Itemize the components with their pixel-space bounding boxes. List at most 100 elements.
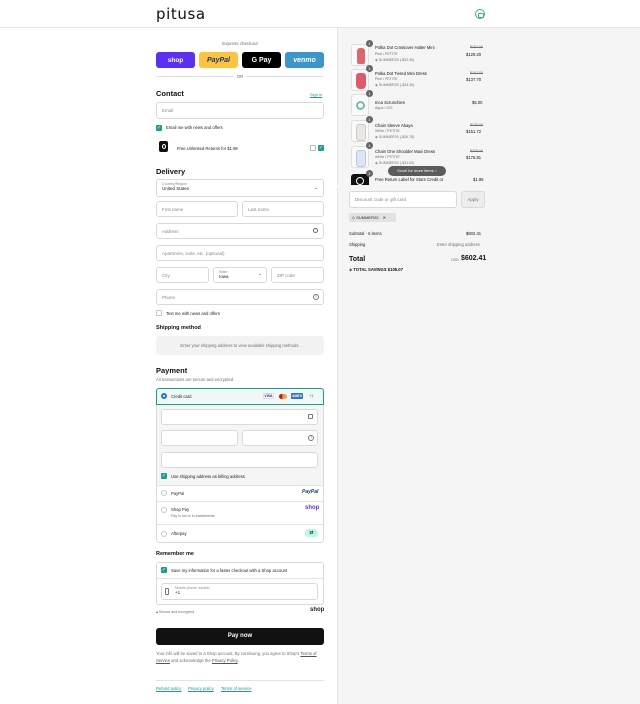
mobile-phone-input[interactable]: Mobile phone number +1 — [161, 583, 318, 600]
item-discount: ◈ SUMMER20 (-$26.78) — [375, 135, 415, 139]
paypal-express-button[interactable]: PayPal — [199, 52, 238, 68]
item-variant: Pink / PETITE — [375, 52, 398, 56]
city-input[interactable]: City — [156, 267, 209, 283]
email-offers-checkbox[interactable]: ✓ — [156, 125, 162, 131]
arrow-down-icon: ↓ — [434, 168, 437, 173]
divider — [157, 485, 323, 486]
item-quantity-badge: 1 — [366, 90, 373, 97]
shop-pay-radio[interactable] — [161, 507, 167, 513]
card-number-input[interactable] — [161, 409, 318, 425]
name-on-card-input[interactable] — [161, 452, 318, 468]
total-label: Total — [349, 256, 366, 263]
chevron-down-icon: ⌄ — [258, 271, 263, 277]
mastercard-icon — [277, 393, 288, 399]
returns-shield-icon — [159, 141, 168, 152]
security-code-input[interactable] — [242, 430, 318, 446]
shop-pay-label: Shop Pay — [171, 507, 190, 512]
paypal-logo: PayPal — [302, 489, 319, 495]
product-thumbnail — [351, 146, 369, 168]
address-input[interactable]: Address — [156, 223, 324, 239]
last-name-input[interactable]: Last name — [242, 201, 324, 217]
item-variant: White / PETITE — [375, 155, 400, 159]
email-input[interactable]: Email — [156, 102, 324, 119]
afterpay-radio[interactable] — [161, 531, 167, 537]
venmo-express-button[interactable]: venmo — [285, 52, 324, 68]
zip-input[interactable]: ZIP code — [271, 267, 324, 283]
item-name: Inca Scrunchies — [375, 100, 405, 105]
shopping-bag-icon[interactable] — [475, 9, 485, 19]
mobile-phone-value: +1 — [175, 590, 181, 595]
item-old-price: $162.00 — [470, 45, 483, 49]
legal-text-2: and acknowledge the — [171, 657, 211, 663]
returns-label: Free Unlimited Returns for $1.98 — [177, 146, 238, 151]
mobile-phone-icon — [165, 588, 169, 595]
search-icon — [313, 228, 318, 233]
item-discount: ◈ SUMMER20 (-$34.30) — [375, 83, 415, 87]
currency-label: USD — [451, 258, 459, 262]
pay-now-button[interactable]: Pay now — [156, 628, 324, 645]
discount-code-input[interactable]: Discount code or gift card — [349, 191, 457, 208]
product-thumbnail — [351, 120, 369, 142]
divider — [157, 501, 323, 502]
help-icon[interactable]: ? — [308, 435, 314, 441]
header — [0, 0, 640, 28]
shipping-label: Shipping — [349, 242, 366, 247]
applied-code-text: SUMMER20 — [356, 215, 379, 220]
credit-card-radio[interactable] — [161, 393, 167, 399]
secure-text: Secure and encrypted — [158, 610, 195, 614]
apply-discount-button[interactable]: Apply — [461, 191, 485, 208]
item-discount: ◈ SUMMER20 (-$31.00) — [375, 161, 415, 165]
close-icon[interactable]: ✕ — [383, 215, 386, 220]
tag-icon: ◇ — [352, 215, 356, 220]
returns-checkbox[interactable]: ✓ — [318, 145, 324, 151]
scroll-for-more-pill[interactable]: Scroll for more items ↓ — [388, 166, 446, 176]
shipping-method-heading: Shipping method — [156, 325, 201, 331]
scroll-hint-text: Scroll for more items — [397, 168, 434, 173]
item-discount-text: SUMMER20 (-$26.78) — [378, 135, 415, 139]
more-cards-badge: +1 — [309, 393, 314, 398]
footer-divider — [156, 680, 324, 681]
item-price: $137.70 — [466, 77, 482, 82]
item-old-price: $209.00 — [470, 149, 483, 153]
item-discount-text: SUMMER20 (-$31.00) — [378, 161, 415, 165]
payment-heading: Payment — [156, 366, 188, 375]
item-quantity-badge: 1 — [366, 142, 373, 149]
privacy-policy-link[interactable]: Privacy Policy — [212, 658, 238, 663]
legal-end: . — [237, 657, 239, 663]
express-checkout-title: Express checkout — [222, 41, 258, 46]
secure-encrypted-label: 🔒︎ Secure and encrypted — [156, 610, 195, 614]
item-price: $129.20 — [466, 52, 482, 57]
google-pay-express-button[interactable]: G Pay — [242, 52, 281, 68]
apartment-input[interactable]: Apartment, suite, etc. (optional) — [156, 245, 324, 261]
sign-in-link[interactable]: Sign in — [310, 92, 322, 97]
phone-input[interactable]: Phone — [156, 289, 324, 305]
item-old-price: $178.00 — [470, 123, 483, 127]
store-logo[interactable]: pitusa — [156, 5, 206, 23]
divider-right — [246, 76, 324, 77]
text-offers-checkbox[interactable] — [156, 310, 162, 316]
expiry-input[interactable] — [161, 430, 238, 446]
paypal-radio[interactable] — [161, 490, 167, 496]
save-info-label: Save my information for a faster checkou… — [171, 568, 288, 573]
country-value: United States — [162, 186, 190, 191]
item-price: $5.00 — [472, 100, 483, 105]
billing-same-checkbox[interactable]: ✓ — [161, 473, 167, 479]
items-clip-edge — [337, 185, 497, 188]
terms-of-service-footer-link[interactable]: Terms of service — [221, 686, 251, 691]
legal-text: Your info will be saved to a Shop accoun… — [156, 651, 324, 664]
country-select[interactable]: Country/Region United States — [156, 179, 324, 197]
payment-subtitle: All transactions are secure and encrypte… — [156, 377, 235, 382]
save-info-checkbox[interactable]: ✓ — [161, 567, 167, 573]
first-name-input[interactable]: First name — [156, 201, 238, 217]
privacy-policy-footer-link[interactable]: Privacy policy — [188, 686, 214, 691]
email-offers-label: Email me with news and offers — [166, 125, 223, 130]
returns-info-toggle[interactable] — [310, 145, 316, 151]
product-thumbnail — [351, 44, 369, 66]
item-discount-text: SUMMER20 (-$32.30) — [378, 58, 415, 62]
shop-pay-express-button[interactable]: shop — [156, 52, 195, 68]
shop-pay-subtitle: Pay in full or in installments — [171, 514, 215, 518]
item-name: Chain One Shoulder Maxi Dress — [375, 149, 436, 154]
help-icon[interactable]: ? — [313, 294, 319, 300]
refund-policy-link[interactable]: Refund policy — [156, 686, 181, 691]
afterpay-logo-icon: ⇄ — [305, 529, 318, 537]
